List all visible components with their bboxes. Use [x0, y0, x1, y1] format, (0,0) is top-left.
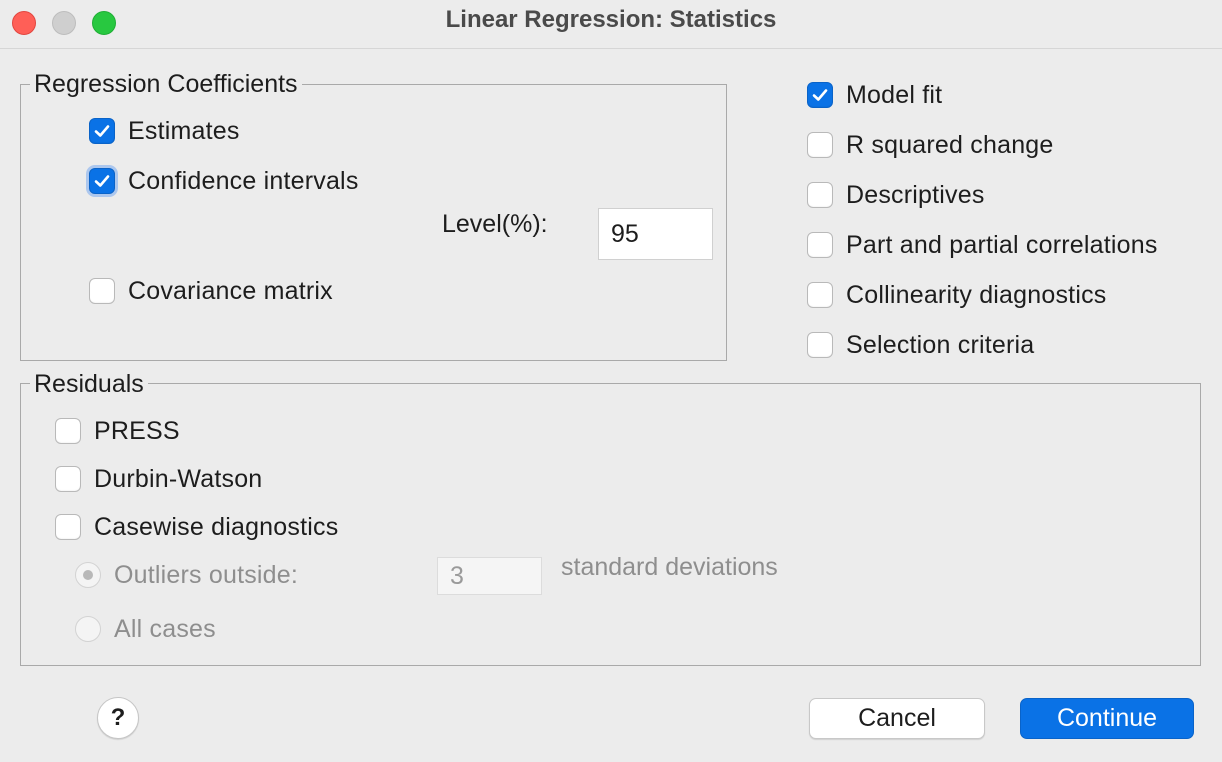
- durbin-watson-checkbox-row[interactable]: Durbin-Watson: [55, 463, 262, 495]
- estimates-label: Estimates: [128, 116, 240, 145]
- level-label: Level(%):: [442, 210, 548, 238]
- r-squared-change-checkbox-row[interactable]: R squared change: [807, 129, 1054, 161]
- model-fit-label: Model fit: [846, 80, 943, 109]
- confidence-intervals-label: Confidence intervals: [128, 166, 359, 195]
- standard-deviations-label: standard deviations: [561, 553, 778, 581]
- collinearity-diagnostics-label: Collinearity diagnostics: [846, 280, 1107, 309]
- part-partial-correlations-label: Part and partial correlations: [846, 230, 1158, 259]
- r-squared-change-checkbox[interactable]: [807, 132, 833, 158]
- covariance-matrix-checkbox[interactable]: [89, 278, 115, 304]
- part-partial-correlations-checkbox[interactable]: [807, 232, 833, 258]
- cancel-button[interactable]: Cancel: [809, 698, 985, 739]
- model-fit-checkbox-row[interactable]: Model fit: [807, 79, 942, 111]
- continue-button[interactable]: Continue: [1020, 698, 1194, 739]
- outliers-outside-radio[interactable]: [75, 562, 101, 588]
- r-squared-change-label: R squared change: [846, 130, 1054, 159]
- part-partial-correlations-checkbox-row[interactable]: Part and partial correlations: [807, 229, 1158, 261]
- checkmark-icon: [94, 125, 110, 137]
- descriptives-checkbox[interactable]: [807, 182, 833, 208]
- descriptives-label: Descriptives: [846, 180, 985, 209]
- selection-criteria-label: Selection criteria: [846, 330, 1035, 359]
- checkmark-icon: [812, 89, 828, 101]
- radio-selected-dot: [83, 570, 93, 580]
- covariance-matrix-label: Covariance matrix: [128, 276, 333, 305]
- residuals-legend: Residuals: [30, 369, 148, 399]
- casewise-diagnostics-checkbox[interactable]: [55, 514, 81, 540]
- collinearity-diagnostics-checkbox[interactable]: [807, 282, 833, 308]
- collinearity-diagnostics-checkbox-row[interactable]: Collinearity diagnostics: [807, 279, 1106, 311]
- press-checkbox-row[interactable]: PRESS: [55, 415, 180, 447]
- estimates-checkbox[interactable]: [89, 118, 115, 144]
- outliers-std-dev-input[interactable]: 3: [437, 557, 542, 595]
- regression-coefficients-legend: Regression Coefficients: [30, 69, 302, 99]
- durbin-watson-checkbox[interactable]: [55, 466, 81, 492]
- estimates-checkbox-row[interactable]: Estimates: [89, 115, 240, 147]
- title-bar: Linear Regression: Statistics: [0, 0, 1222, 49]
- press-label: PRESS: [94, 416, 180, 445]
- press-checkbox[interactable]: [55, 418, 81, 444]
- selection-criteria-checkbox-row[interactable]: Selection criteria: [807, 329, 1034, 361]
- selection-criteria-checkbox[interactable]: [807, 332, 833, 358]
- all-cases-radio[interactable]: [75, 616, 101, 642]
- covariance-matrix-checkbox-row[interactable]: Covariance matrix: [89, 275, 333, 307]
- model-fit-checkbox[interactable]: [807, 82, 833, 108]
- outliers-outside-label: Outliers outside:: [114, 560, 299, 589]
- outliers-outside-radio-row[interactable]: Outliers outside:: [75, 559, 298, 591]
- casewise-diagnostics-label: Casewise diagnostics: [94, 512, 339, 541]
- confidence-intervals-checkbox[interactable]: [89, 168, 115, 194]
- all-cases-label: All cases: [114, 614, 216, 643]
- checkmark-icon: [94, 175, 110, 187]
- level-input[interactable]: 95: [598, 208, 713, 260]
- help-button[interactable]: ?: [97, 697, 139, 739]
- window-title: Linear Regression: Statistics: [445, 6, 777, 33]
- all-cases-radio-row[interactable]: All cases: [75, 613, 216, 645]
- confidence-intervals-checkbox-row[interactable]: Confidence intervals: [89, 165, 359, 197]
- durbin-watson-label: Durbin-Watson: [94, 464, 263, 493]
- casewise-diagnostics-checkbox-row[interactable]: Casewise diagnostics: [55, 511, 338, 543]
- descriptives-checkbox-row[interactable]: Descriptives: [807, 179, 985, 211]
